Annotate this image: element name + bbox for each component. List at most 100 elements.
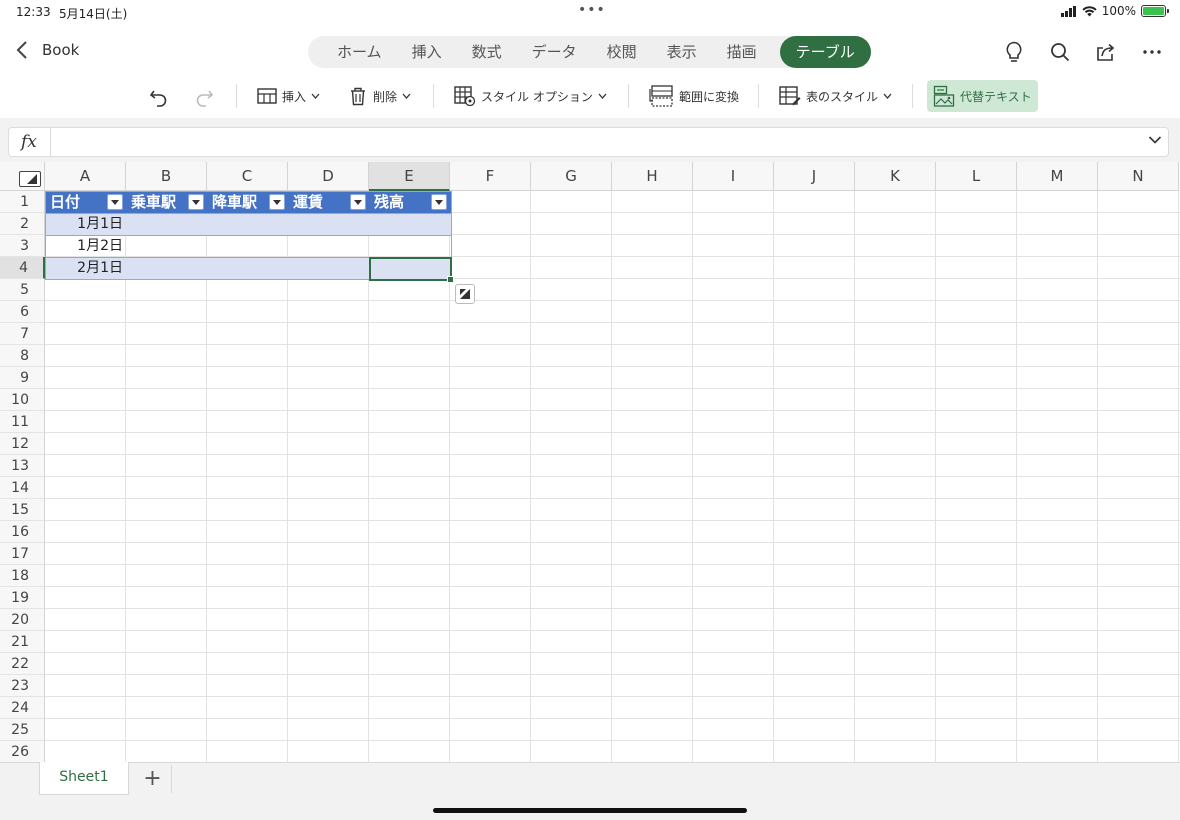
filter-dropdown-icon[interactable] <box>107 194 123 210</box>
row-header[interactable]: 17 <box>0 543 45 565</box>
row-header[interactable]: 4 <box>0 257 45 279</box>
row-header[interactable]: 5 <box>0 279 45 301</box>
sheet-tab-bar: Sheet1 + <box>0 762 1180 820</box>
tab-data[interactable]: データ <box>517 36 592 68</box>
row-header[interactable]: 9 <box>0 367 45 389</box>
row-header[interactable]: 20 <box>0 609 45 631</box>
multitask-dots-icon[interactable]: ••• <box>578 2 606 18</box>
chevron-down-icon <box>311 93 320 99</box>
row-header[interactable]: 14 <box>0 477 45 499</box>
col-header-k[interactable]: K <box>855 162 936 191</box>
alt-text-label: 代替テキスト <box>960 89 1032 104</box>
insert-label: 挿入 <box>282 89 307 104</box>
filter-dropdown-icon[interactable] <box>350 194 366 210</box>
row-header[interactable]: 19 <box>0 587 45 609</box>
filter-dropdown-icon[interactable] <box>269 194 285 210</box>
ribbon-toolbar: 挿入 削除 スタイル オプション 範囲に変換 表のスタイル 代替テキスト <box>0 78 1180 114</box>
row-header[interactable]: 13 <box>0 455 45 477</box>
header-alighting-station: 降車駅 <box>212 193 258 211</box>
style-options-button[interactable]: スタイル オプション <box>454 80 607 112</box>
redo-button[interactable] <box>193 80 215 112</box>
table-header-cell[interactable]: 日付 <box>46 191 127 213</box>
table-cell-date[interactable]: 2月1日 <box>46 258 126 279</box>
undo-icon <box>149 90 167 107</box>
convert-to-range-button[interactable]: 範囲に変換 <box>648 80 739 112</box>
row-header[interactable]: 26 <box>0 741 45 762</box>
select-all-corner[interactable] <box>0 162 45 191</box>
row-header[interactable]: 16 <box>0 521 45 543</box>
select-all-icon[interactable] <box>19 171 41 187</box>
row-header[interactable]: 6 <box>0 301 45 323</box>
col-header-f[interactable]: F <box>450 162 531 191</box>
row-header[interactable]: 11 <box>0 411 45 433</box>
row-header[interactable]: 21 <box>0 631 45 653</box>
share-icon[interactable] <box>1090 38 1122 66</box>
row-header[interactable]: 1 <box>0 191 45 213</box>
alt-text-button[interactable]: 代替テキスト <box>927 80 1038 112</box>
row-header[interactable]: 8 <box>0 345 45 367</box>
tab-draw[interactable]: 描画 <box>712 36 772 68</box>
row-header[interactable]: 18 <box>0 565 45 587</box>
more-icon[interactable] <box>1136 38 1168 66</box>
col-header-i[interactable]: I <box>693 162 774 191</box>
tab-table[interactable]: テーブル <box>779 36 871 68</box>
table-header-cell[interactable]: 降車駅 <box>208 191 289 213</box>
status-date: 5月14日(土) <box>59 7 128 21</box>
row-header[interactable]: 3 <box>0 235 45 257</box>
table-cell-date[interactable]: 1月2日 <box>46 236 126 257</box>
col-header-d[interactable]: D <box>288 162 369 191</box>
table-styles-button[interactable]: 表のスタイル <box>779 80 892 112</box>
row-header[interactable]: 10 <box>0 389 45 411</box>
col-header-h[interactable]: H <box>612 162 693 191</box>
delete-button[interactable]: 削除 <box>348 80 411 112</box>
table-header-cell[interactable]: 乗車駅 <box>127 191 208 213</box>
table-resize-handle-icon[interactable] <box>455 284 475 304</box>
row-header[interactable]: 12 <box>0 433 45 455</box>
row-header[interactable]: 23 <box>0 675 45 697</box>
col-header-j[interactable]: J <box>774 162 855 191</box>
row-header[interactable]: 7 <box>0 323 45 345</box>
row-header[interactable]: 24 <box>0 697 45 719</box>
table-style-icon <box>779 86 801 106</box>
col-header-c[interactable]: C <box>207 162 288 191</box>
lightbulb-icon[interactable] <box>998 38 1030 66</box>
tab-review[interactable]: 校閲 <box>592 36 652 68</box>
col-header-l[interactable]: L <box>936 162 1017 191</box>
filter-dropdown-icon[interactable] <box>431 194 447 210</box>
tab-home[interactable]: ホーム <box>322 36 397 68</box>
col-header-b[interactable]: B <box>126 162 207 191</box>
row-header[interactable]: 25 <box>0 719 45 741</box>
table-styles-label: 表のスタイル <box>806 89 879 104</box>
insert-button[interactable]: 挿入 <box>257 80 320 112</box>
tab-formulas[interactable]: 数式 <box>457 36 517 68</box>
table-header-cell[interactable]: 運賃 <box>289 191 370 213</box>
chevron-down-icon[interactable] <box>1148 135 1162 145</box>
spreadsheet-grid[interactable]: A B C D E F G H I J K L M N 1 2 3 4 5 6 … <box>0 162 1180 762</box>
chevron-down-icon <box>598 93 607 99</box>
redo-icon <box>196 90 214 107</box>
row-header[interactable]: 2 <box>0 213 45 235</box>
sheet-tab-sheet1[interactable]: Sheet1 <box>39 762 129 795</box>
row-header[interactable]: 22 <box>0 653 45 675</box>
trash-icon <box>351 87 365 106</box>
col-header-n[interactable]: N <box>1098 162 1179 191</box>
col-header-a[interactable]: A <box>45 162 126 191</box>
home-indicator[interactable] <box>433 808 747 813</box>
col-header-m[interactable]: M <box>1017 162 1098 191</box>
formula-input[interactable]: fx <box>8 127 1169 157</box>
search-icon[interactable] <box>1044 38 1076 66</box>
add-sheet-button[interactable]: + <box>134 765 172 793</box>
tab-insert[interactable]: 挿入 <box>397 36 457 68</box>
title-bar: Book ホーム 挿入 数式 データ 校閲 表示 描画 テーブル <box>0 30 1180 74</box>
table-header-cell[interactable]: 残高 <box>370 191 451 213</box>
row-header[interactable]: 15 <box>0 499 45 521</box>
table-cell-date[interactable]: 1月1日 <box>46 214 126 235</box>
status-bar: 12:33 5月14日(土) ••• 100% <box>0 0 1180 24</box>
undo-button[interactable] <box>148 80 170 112</box>
wifi-icon <box>1082 5 1097 16</box>
tab-view[interactable]: 表示 <box>652 36 712 68</box>
col-header-e[interactable]: E <box>369 162 450 191</box>
col-header-g[interactable]: G <box>531 162 612 191</box>
back-button[interactable]: Book <box>16 40 79 60</box>
filter-dropdown-icon[interactable] <box>188 194 204 210</box>
